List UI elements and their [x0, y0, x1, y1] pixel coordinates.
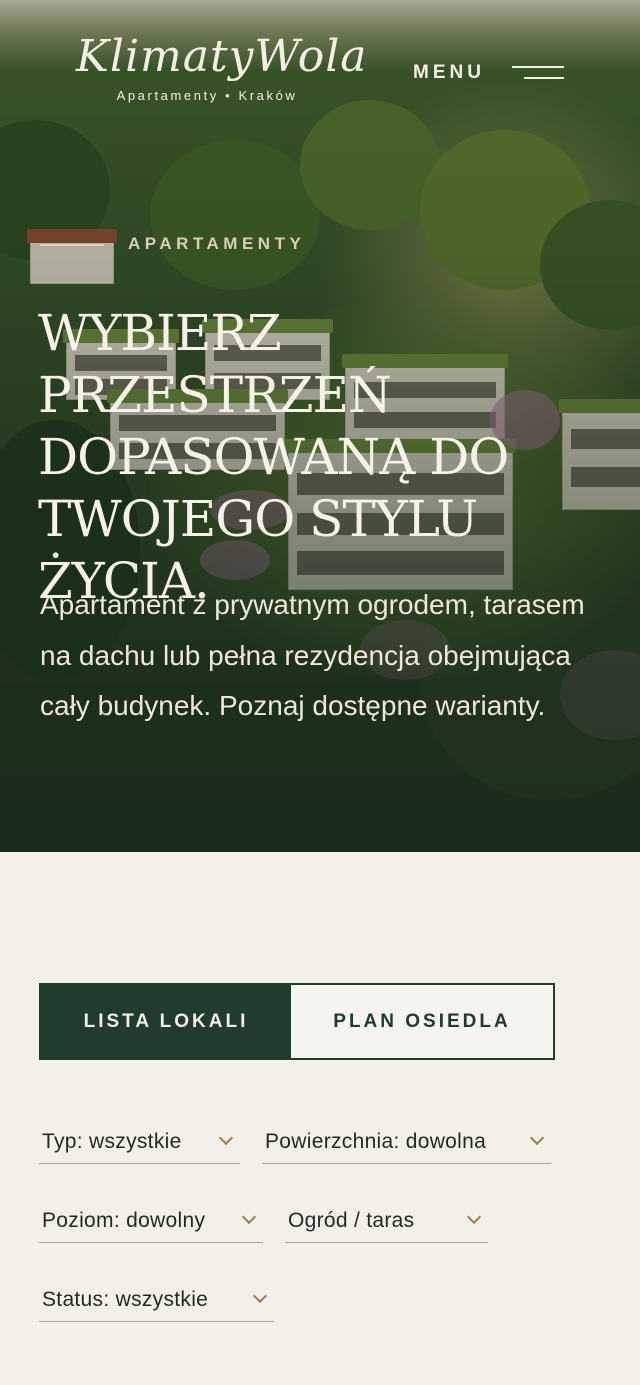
- hamburger-menu-icon[interactable]: [510, 64, 564, 84]
- filter-level-label: Poziom: dowolny: [42, 1209, 206, 1232]
- chevron-down-icon: [529, 1130, 545, 1146]
- filter-status-label: Status: wszystkie: [42, 1288, 209, 1311]
- filter-level-dropdown[interactable]: Poziom: dowolny: [39, 1197, 263, 1243]
- chevron-down-icon: [241, 1209, 257, 1225]
- filter-type-dropdown[interactable]: Typ: wszystkie: [39, 1118, 240, 1164]
- filter-type-label: Typ: wszystkie: [42, 1130, 182, 1153]
- view-switcher: LISTA LOKALI PLAN OSIEDLA: [39, 983, 555, 1060]
- logo-script: KlimatyWola: [76, 31, 368, 82]
- eyebrow-divider: [40, 244, 104, 246]
- hero-lead-text: Apartament z prywatnym ogrodem, tarasem …: [40, 589, 585, 721]
- chevron-down-icon: [252, 1288, 268, 1304]
- site-logo[interactable]: KlimatyWola Apartamenty • Kraków: [76, 28, 368, 110]
- chevron-down-icon: [466, 1209, 482, 1225]
- filter-status-dropdown[interactable]: Status: wszystkie: [39, 1276, 274, 1322]
- filter-garden-label: Ogród / taras: [288, 1209, 415, 1232]
- hero-section: KlimatyWola Apartamenty • Kraków MENU AP…: [0, 0, 640, 852]
- tab-plan-osiedla[interactable]: PLAN OSIEDLA: [291, 985, 553, 1058]
- menu-label[interactable]: MENU: [413, 62, 485, 84]
- hero-headline: Wybierz przestrzeń dopasowaną do Twojego…: [38, 304, 509, 610]
- filter-area-label: Powierzchnia: dowolna: [265, 1130, 487, 1153]
- hero-eyebrow: APARTAMENTY: [128, 234, 306, 253]
- logo-subtitle: Apartamenty • Kraków: [116, 88, 298, 103]
- filter-area-dropdown[interactable]: Powierzchnia: dowolna: [262, 1118, 551, 1164]
- chevron-down-icon: [218, 1130, 234, 1146]
- filter-garden-dropdown[interactable]: Ogród / taras: [285, 1197, 488, 1243]
- tab-lista-lokali[interactable]: LISTA LOKALI: [41, 985, 291, 1058]
